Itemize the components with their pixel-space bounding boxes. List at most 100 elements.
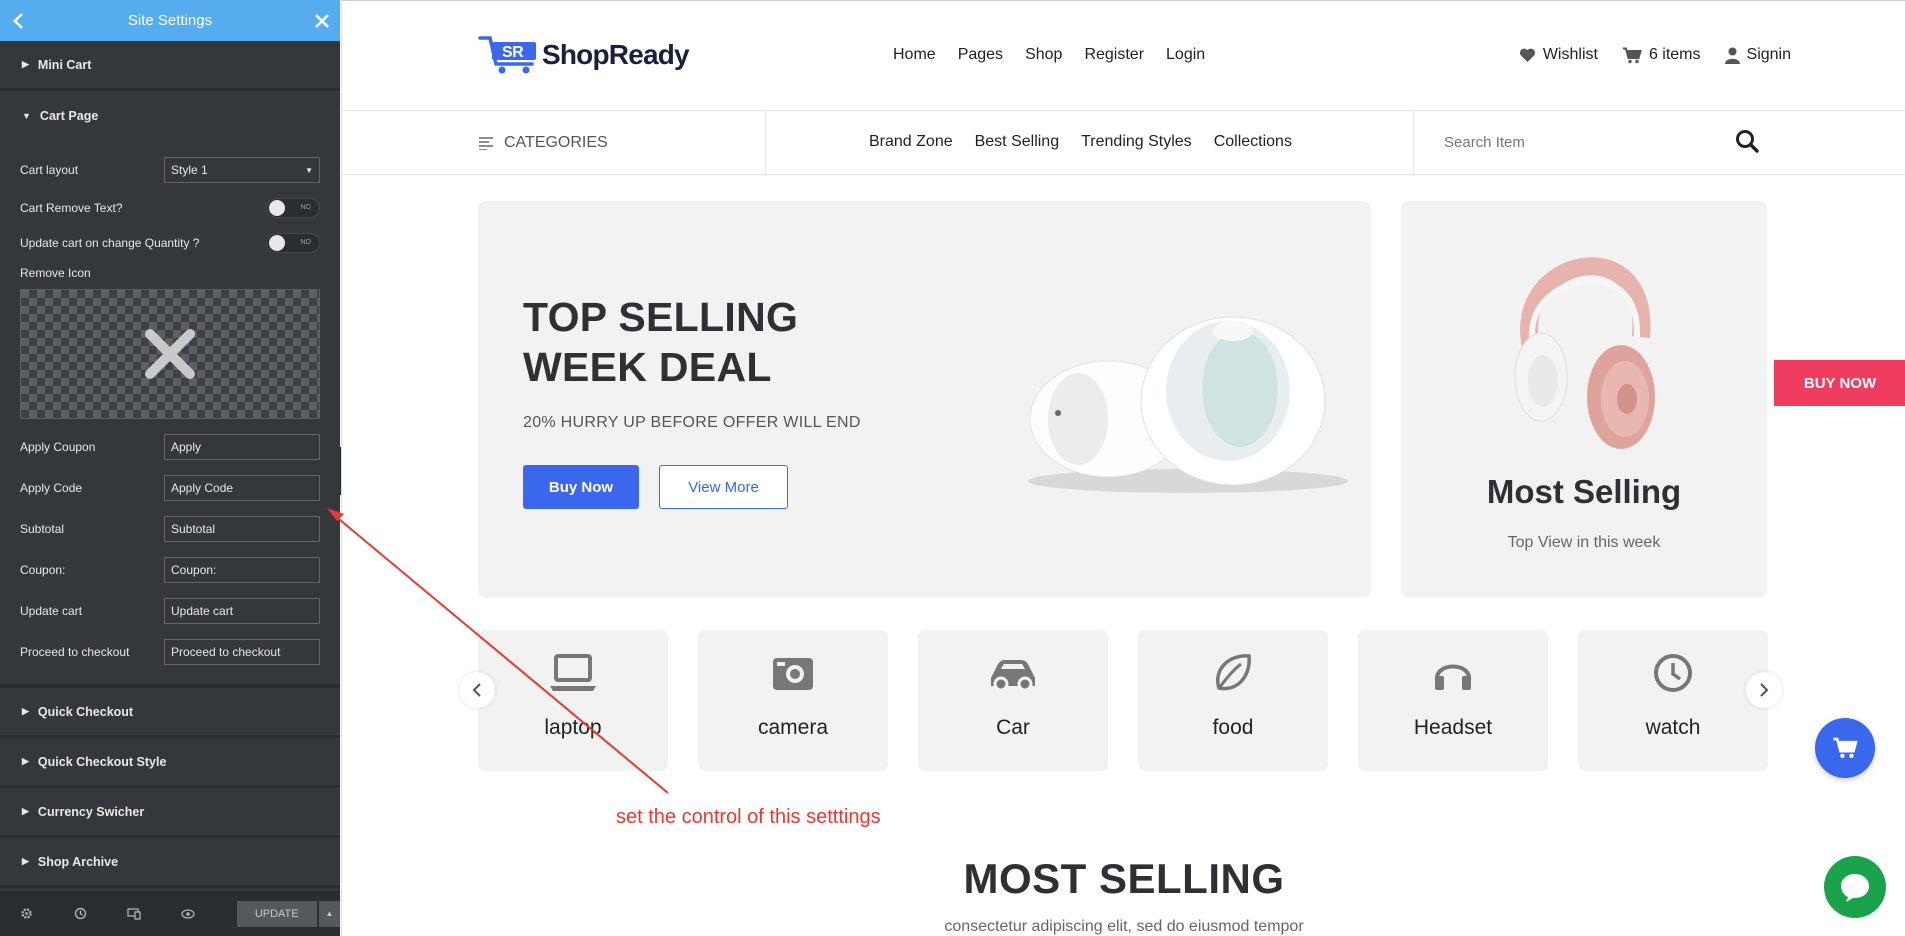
logo-text: ShopReady: [542, 39, 690, 70]
nav-pages[interactable]: Pages: [958, 46, 1003, 64]
car-icon: [991, 660, 1035, 692]
section-label: Cart Page: [39, 109, 99, 123]
section-quick-checkout[interactable]: ▶ Quick Checkout: [0, 688, 340, 738]
category-card-headset[interactable]: Headset: [1358, 630, 1548, 771]
nav-login[interactable]: Login: [1166, 46, 1205, 64]
category-nav: Brand Zone Best Selling Trending Styles …: [869, 133, 1292, 151]
search-input[interactable]: Search Item: [1444, 134, 1525, 151]
eye-icon[interactable]: [181, 908, 235, 919]
buy-now-float-button[interactable]: BUY NOW: [1774, 360, 1905, 406]
caret-right-icon: ▶: [22, 706, 29, 716]
nav-best-selling[interactable]: Best Selling: [975, 133, 1060, 151]
subtotal-input[interactable]: Subtotal: [164, 516, 320, 542]
section-label: Quick Checkout Style: [37, 754, 167, 769]
proceed-checkout-label: Proceed to checkout: [20, 645, 130, 659]
top-border: [342, 0, 1905, 1]
categories-label: CATEGORIES: [504, 134, 608, 151]
category-card-camera[interactable]: camera: [698, 630, 888, 771]
field-row: Update cart Update cart: [20, 598, 320, 624]
caret-right-icon: ▶: [22, 806, 29, 816]
logo[interactable]: SR ShopReady: [478, 34, 690, 76]
panel-title: Site Settings: [127, 12, 213, 29]
category-card-food[interactable]: food: [1138, 630, 1328, 771]
update-button[interactable]: UPDATE: [236, 900, 317, 927]
section-quick-checkout-style[interactable]: ▶ Quick Checkout Style: [0, 738, 340, 788]
coupon-input[interactable]: Coupon:: [164, 557, 320, 583]
update-options-icon[interactable]: ▲: [318, 900, 340, 927]
site-settings-panel: Site Settings ▶ Mini Cart ▼ Cart Page Ca…: [0, 0, 340, 936]
category-label: Car: [996, 716, 1030, 739]
coupon-label: Coupon:: [20, 563, 66, 577]
nav-trending-styles[interactable]: Trending Styles: [1081, 133, 1192, 151]
update-cart-qty-label: Update cart on change Quantity ?: [20, 236, 200, 250]
section-shop-archive[interactable]: ▶ Shop Archive: [0, 838, 340, 888]
chat-icon: [1841, 874, 1869, 902]
category-card-laptop[interactable]: laptop: [478, 630, 668, 771]
user-icon: [1724, 47, 1740, 64]
proceed-checkout-input[interactable]: Proceed to checkout: [164, 639, 320, 665]
panel-header: Site Settings: [0, 0, 340, 41]
cart-icon: [1622, 47, 1642, 63]
headphones-image: [1514, 257, 1655, 449]
section-cart-page[interactable]: ▼ Cart Page: [0, 91, 340, 141]
cart-link[interactable]: 6 items: [1622, 46, 1701, 64]
field-row: Coupon: Coupon:: [20, 557, 320, 583]
remove-x-icon: [145, 329, 195, 379]
nav-register[interactable]: Register: [1084, 46, 1144, 64]
caret-right-icon: ▶: [22, 756, 29, 766]
field-row: Proceed to checkout Proceed to checkout: [20, 639, 320, 665]
categories-dropdown[interactable]: CATEGORIES: [478, 134, 608, 152]
cart-remove-text-toggle[interactable]: NO: [266, 198, 320, 218]
category-card-car[interactable]: Car: [918, 630, 1108, 771]
buy-now-button[interactable]: Buy Now: [523, 465, 639, 509]
section-mini-cart[interactable]: ▶ Mini Cart: [0, 41, 340, 91]
history-icon[interactable]: [74, 907, 128, 920]
update-cart-qty-toggle[interactable]: NO: [266, 233, 320, 253]
cart-count: 6 items: [1648, 46, 1701, 63]
apply-code-input[interactable]: Apply Code: [164, 475, 320, 501]
remove-icon-label: Remove Icon: [20, 266, 91, 280]
apply-coupon-input[interactable]: Apply: [164, 434, 320, 460]
section-label: Shop Archive: [37, 854, 119, 869]
nav-brand-zone[interactable]: Brand Zone: [869, 133, 953, 151]
earbuds-image: [1028, 316, 1348, 493]
wishlist-link[interactable]: Wishlist: [1519, 46, 1598, 64]
search-icon[interactable]: [1735, 129, 1759, 158]
remove-icon-row: Remove Icon: [20, 266, 320, 280]
category-label: watch: [1645, 716, 1701, 739]
floating-cart-button[interactable]: [1815, 718, 1875, 778]
update-cart-label: Update cart: [20, 604, 83, 618]
most-selling-card[interactable]: Most Selling Top View in this week: [1401, 201, 1767, 598]
signin-link[interactable]: Signin: [1724, 46, 1791, 64]
category-label: Headset: [1413, 716, 1493, 739]
toggle-knob: [269, 235, 285, 251]
clock-icon: [1654, 654, 1692, 692]
remove-icon-picker[interactable]: [20, 289, 320, 419]
nav-home[interactable]: Home: [893, 46, 936, 64]
nav-collections[interactable]: Collections: [1214, 133, 1292, 151]
toggle-state: NO: [300, 239, 312, 246]
view-more-button[interactable]: View More: [659, 465, 788, 509]
responsive-icon[interactable]: [127, 907, 181, 920]
divider: [1413, 111, 1414, 174]
dropdown-arrow-icon: ▼: [305, 165, 313, 175]
chat-button[interactable]: [1824, 856, 1886, 918]
category-card-watch[interactable]: watch: [1578, 630, 1768, 771]
hero-subtitle: 20% HURRY UP BEFORE OFFER WILL END: [523, 414, 861, 431]
wishlist-label: Wishlist: [1542, 46, 1598, 63]
cart-layout-select[interactable]: Style 1 ▼: [164, 157, 320, 183]
carousel-next-button[interactable]: [1746, 672, 1782, 708]
section-subtitle: consectetur adipiscing elit, sed do eius…: [944, 918, 1304, 935]
side-card-title: Most Selling: [1486, 473, 1682, 510]
update-cart-input[interactable]: Update cart: [164, 598, 320, 624]
section-currency-swicher[interactable]: ▶ Currency Swicher: [0, 788, 340, 838]
gear-icon[interactable]: [20, 907, 74, 920]
close-icon[interactable]: [314, 13, 330, 29]
carousel-prev-button[interactable]: [459, 672, 495, 708]
caret-right-icon: ▶: [22, 59, 29, 69]
back-icon[interactable]: [12, 12, 26, 30]
logo-mark: SR: [502, 44, 524, 61]
section-label: Currency Swicher: [37, 804, 145, 819]
nav-shop[interactable]: Shop: [1025, 46, 1062, 64]
category-label: camera: [757, 716, 829, 739]
